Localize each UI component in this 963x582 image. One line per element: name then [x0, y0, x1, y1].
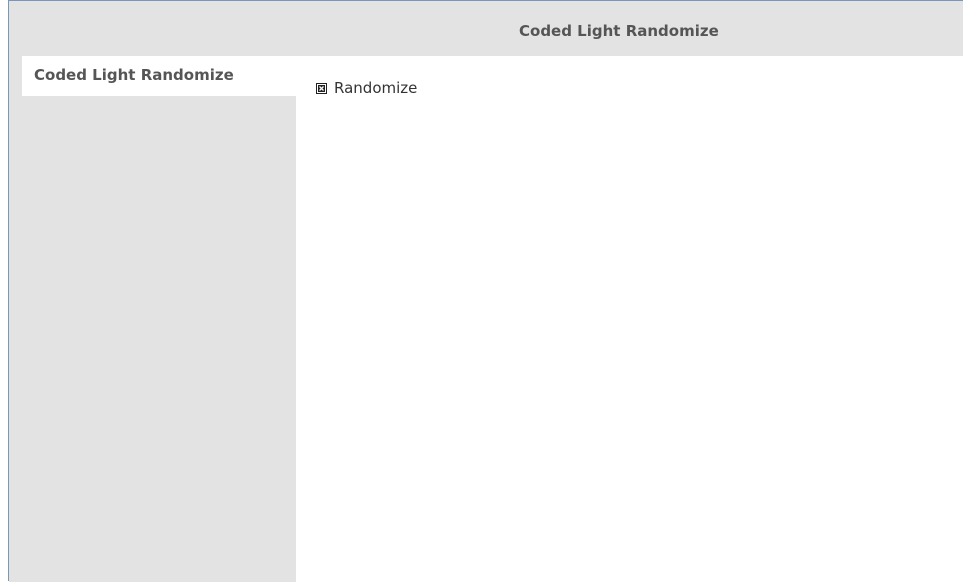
settings-panel: Coded Light Randomize Coded Light Random… [8, 0, 963, 582]
checkbox-checked-icon[interactable] [316, 82, 327, 94]
sidebar-item-label: Coded Light Randomize [34, 66, 234, 84]
page-title: Coded Light Randomize [9, 1, 963, 56]
randomize-option[interactable]: Randomize [316, 78, 417, 98]
randomize-label: Randomize [334, 79, 418, 97]
sidebar: Coded Light Randomize [9, 56, 296, 582]
main-content: Randomize [296, 56, 963, 582]
sidebar-item-coded-light-randomize[interactable]: Coded Light Randomize [22, 56, 296, 96]
page-title-text: Coded Light Randomize [519, 22, 719, 40]
